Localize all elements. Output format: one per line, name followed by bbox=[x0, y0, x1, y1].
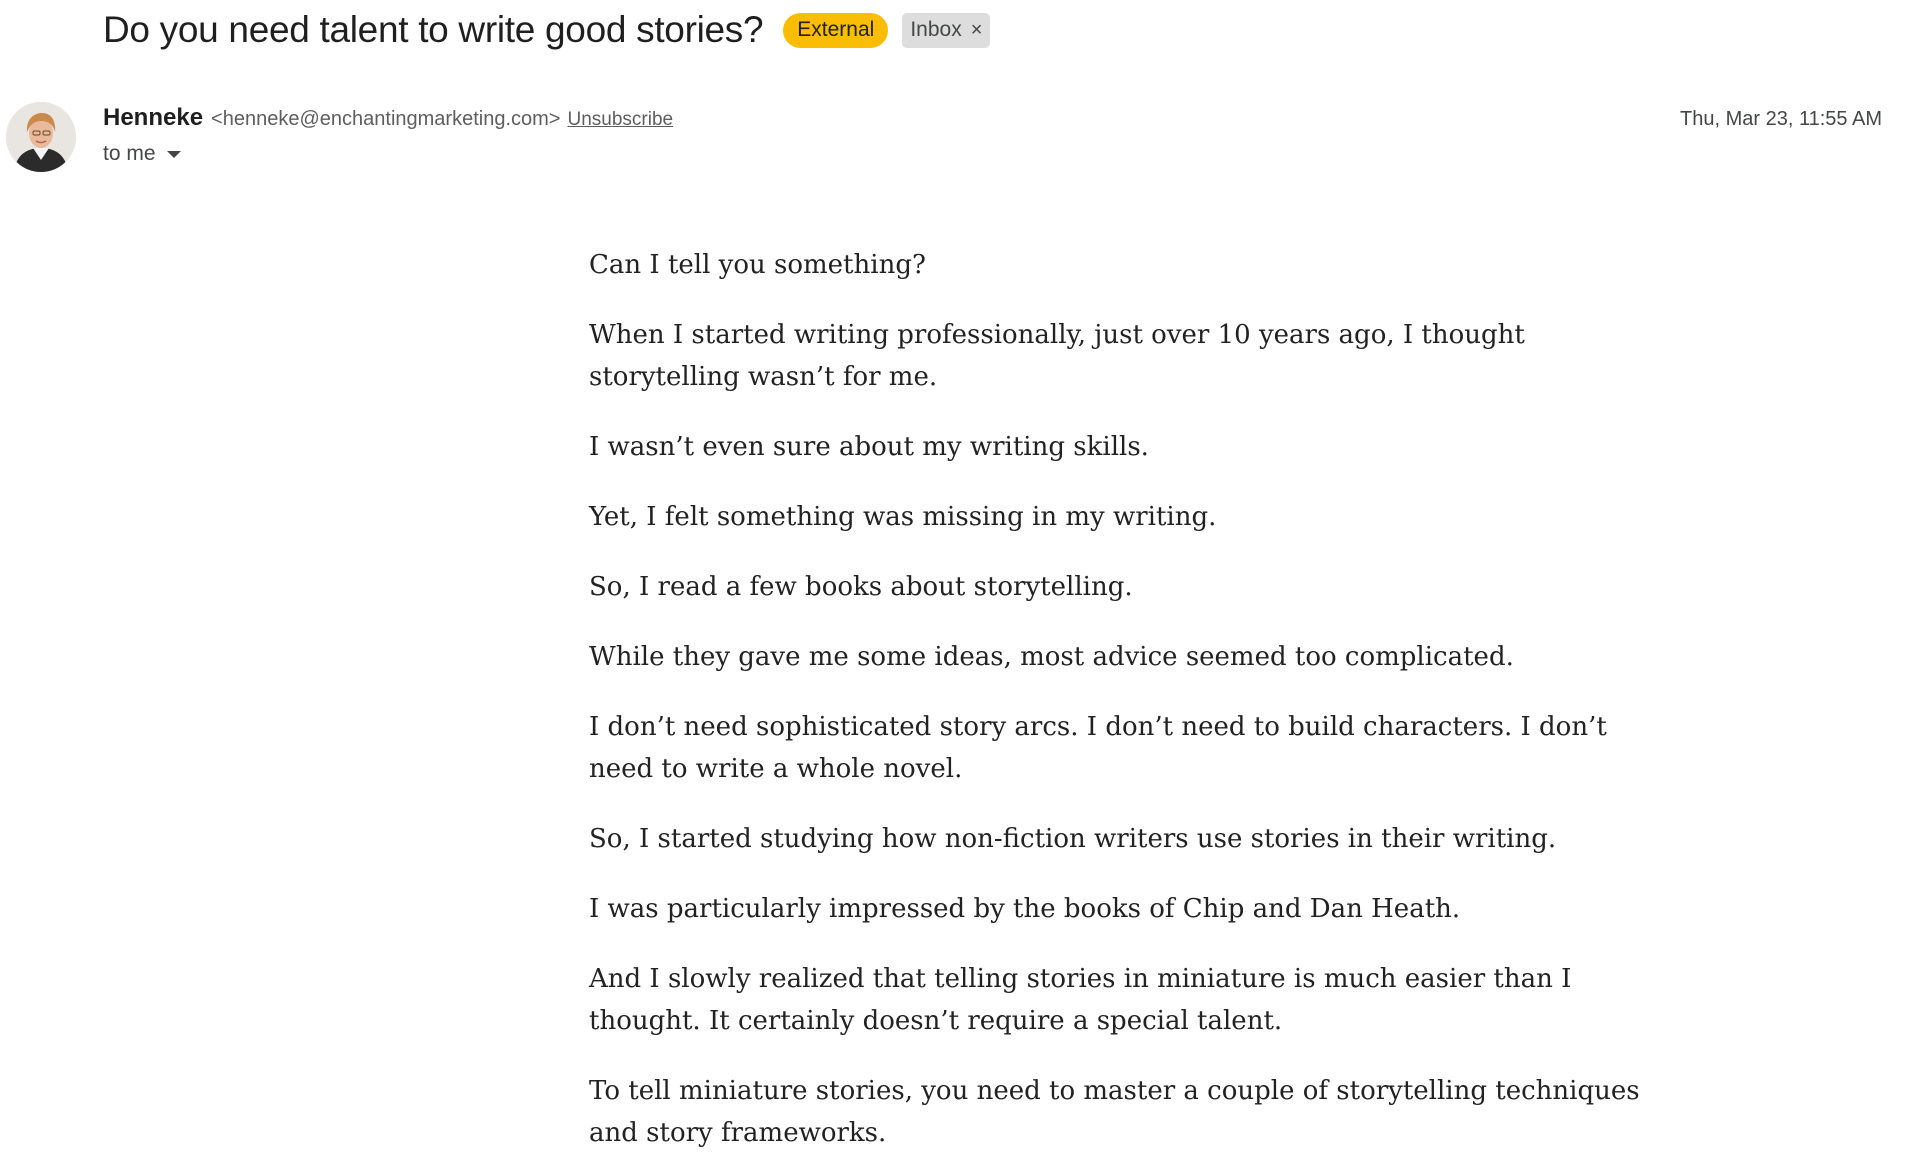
recipient-text: to me bbox=[103, 142, 156, 165]
unsubscribe-link[interactable]: Unsubscribe bbox=[567, 109, 673, 131]
body-paragraph: I wasn’t even sure about my writing skil… bbox=[589, 432, 1149, 462]
inbox-label[interactable]: Inbox × bbox=[902, 12, 991, 48]
subject-row: Do you need talent to write good stories… bbox=[103, 0, 991, 60]
sender-email: <henneke@enchantingmarketing.com> bbox=[211, 108, 561, 130]
remove-label-icon[interactable]: × bbox=[971, 18, 983, 42]
body-paragraph: To tell miniature stories, you need to m… bbox=[589, 1076, 1640, 1148]
body-paragraph: Can I tell you something? bbox=[589, 250, 926, 280]
body-paragraph: So, I started studying how non-fiction w… bbox=[589, 824, 1557, 854]
body-paragraph: When I started writing professionally, j… bbox=[589, 320, 1525, 392]
recipient-row[interactable]: to me bbox=[103, 142, 181, 166]
body-paragraph: Yet, I felt something was missing in my … bbox=[589, 502, 1217, 532]
details-dropdown-icon[interactable] bbox=[166, 150, 181, 158]
body-paragraph: So, I read a few books about storytellin… bbox=[589, 572, 1133, 602]
email-subject: Do you need talent to write good stories… bbox=[103, 9, 764, 50]
sender-avatar[interactable] bbox=[6, 102, 76, 172]
body-paragraph: I don’t need sophisticated story arcs. I… bbox=[589, 712, 1607, 784]
external-label: External bbox=[783, 12, 889, 48]
body-paragraph: I was particularly impressed by the book… bbox=[589, 894, 1461, 924]
email-body: Can I tell you something? When I started… bbox=[589, 244, 1649, 1153]
sender-row: Henneke <henneke@enchantingmarketing.com… bbox=[103, 104, 673, 132]
email-date[interactable]: Thu, Mar 23, 11:55 AM bbox=[1680, 108, 1882, 131]
sender-name[interactable]: Henneke bbox=[103, 104, 203, 132]
inbox-label-text: Inbox bbox=[910, 17, 962, 41]
body-paragraph: And I slowly realized that telling stori… bbox=[589, 964, 1572, 1036]
avatar-portrait-icon bbox=[6, 102, 76, 172]
body-paragraph: While they gave me some ideas, most advi… bbox=[589, 642, 1514, 672]
